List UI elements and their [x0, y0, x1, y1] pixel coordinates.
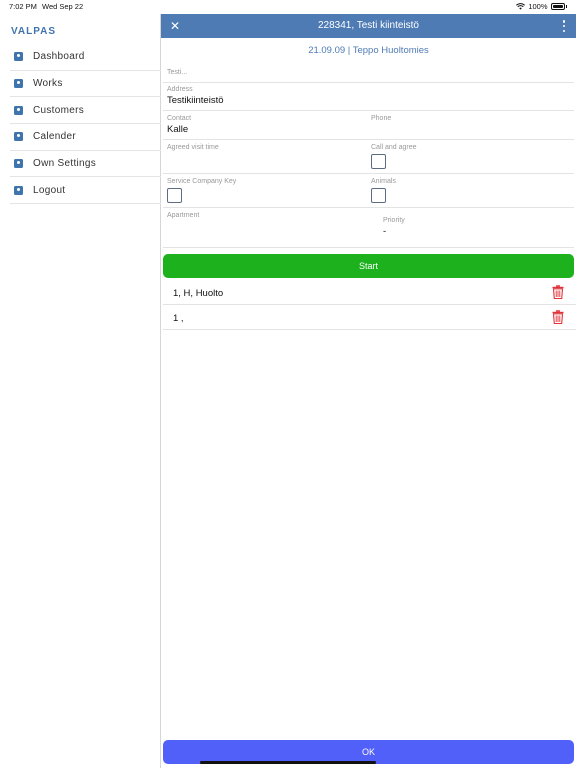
- sidebar-item-label: Customers: [33, 104, 85, 116]
- kebab-icon: [562, 20, 566, 23]
- name-field[interactable]: Testi...: [167, 69, 187, 76]
- person-badge-icon: [14, 79, 23, 89]
- person-badge-icon: [14, 52, 23, 62]
- page-title: 228341, Testi kiinteistö: [318, 20, 419, 31]
- divider: [163, 139, 574, 140]
- contact-value: Kalle: [167, 124, 189, 135]
- sidebar-item-label: Logout: [33, 184, 66, 196]
- contact-field[interactable]: Contact Kalle: [167, 115, 191, 135]
- contact-label: Contact: [167, 115, 192, 122]
- address-field[interactable]: Address Testikiinteistö: [167, 86, 224, 106]
- phone-label: Phone: [371, 115, 392, 122]
- task-list: 1, H, Huolto 1 ,: [163, 280, 576, 330]
- call-agree-label: Call and agree: [371, 144, 417, 151]
- wifi-icon: [516, 3, 526, 10]
- detail-header: ✕ 228341, Testi kiinteistö: [161, 14, 576, 38]
- address-value: Testikiinteistö: [167, 95, 224, 106]
- animals-checkbox[interactable]: [371, 188, 386, 203]
- divider: [163, 82, 574, 83]
- sidebar-item-own-settings[interactable]: Own Settings: [10, 151, 161, 178]
- person-badge-icon: [14, 132, 23, 142]
- chat-icon: [14, 159, 23, 169]
- battery-icon: [550, 3, 565, 10]
- agreed-visit-field[interactable]: Agreed visit time: [167, 144, 219, 153]
- status-bar: 7:02 PM Wed Sep 22 100%: [0, 0, 576, 14]
- task-text: 1 ,: [173, 313, 184, 324]
- sidebar-item-label: Own Settings: [33, 158, 97, 170]
- service-key-field: Service Company Key: [167, 178, 236, 203]
- sidebar-item-label: Works: [33, 78, 63, 90]
- sidebar-item-dashboard[interactable]: Dashboard: [10, 44, 161, 71]
- sidebar-nav: Dashboard Works Customers Calender Own S…: [10, 44, 161, 205]
- more-menu-button[interactable]: [562, 20, 566, 32]
- battery-nub: [565, 5, 567, 8]
- priority-label: Priority: [383, 217, 405, 224]
- animals-field: Animals: [371, 178, 396, 203]
- apartment-label: Apartment: [167, 212, 200, 219]
- start-button[interactable]: Start: [163, 254, 574, 278]
- work-subtitle: 21.09.09 | Teppo Huoltomies: [308, 45, 429, 56]
- animals-label: Animals: [371, 178, 396, 185]
- sidebar-item-logout[interactable]: Logout: [10, 177, 161, 205]
- service-key-label: Service Company Key: [167, 178, 237, 185]
- address-label: Address: [167, 86, 193, 93]
- sidebar: VALPAS Dashboard Works Customers Calende…: [0, 14, 161, 768]
- status-right: 100%: [516, 2, 567, 11]
- home-indicator: [200, 761, 376, 764]
- apartment-field[interactable]: Apartment: [167, 212, 199, 221]
- divider: [163, 173, 574, 174]
- person-badge-icon: [14, 105, 23, 115]
- divider: [163, 207, 574, 208]
- call-agree-field: Call and agree: [371, 144, 417, 169]
- list-item[interactable]: 1 ,: [163, 305, 576, 330]
- phone-field[interactable]: Phone: [371, 115, 391, 124]
- sidebar-item-customers[interactable]: Customers: [10, 97, 161, 125]
- person-badge-icon: [14, 185, 23, 195]
- trash-icon[interactable]: [552, 285, 564, 299]
- divider: [163, 110, 574, 111]
- sidebar-item-works[interactable]: Works: [10, 71, 161, 98]
- agreed-visit-label: Agreed visit time: [167, 144, 219, 151]
- priority-value: -: [383, 226, 387, 237]
- trash-icon[interactable]: [552, 310, 564, 324]
- call-agree-checkbox[interactable]: [371, 154, 386, 169]
- sidebar-item-label: Dashboard: [33, 51, 85, 63]
- priority-field[interactable]: Priority -: [383, 217, 405, 237]
- brand-logo: VALPAS: [11, 26, 57, 37]
- divider: [163, 247, 574, 248]
- sidebar-item-calender[interactable]: Calender: [10, 124, 161, 151]
- task-text: 1, H, Huolto: [173, 288, 224, 299]
- battery-percent: 100%: [528, 2, 548, 11]
- status-date: Wed Sep 22: [42, 2, 84, 11]
- service-key-checkbox[interactable]: [167, 188, 182, 203]
- list-item[interactable]: 1, H, Huolto: [163, 280, 576, 305]
- sidebar-item-label: Calender: [33, 131, 76, 143]
- status-time: 7:02 PM: [9, 2, 37, 11]
- name-placeholder: Testi...: [167, 69, 188, 76]
